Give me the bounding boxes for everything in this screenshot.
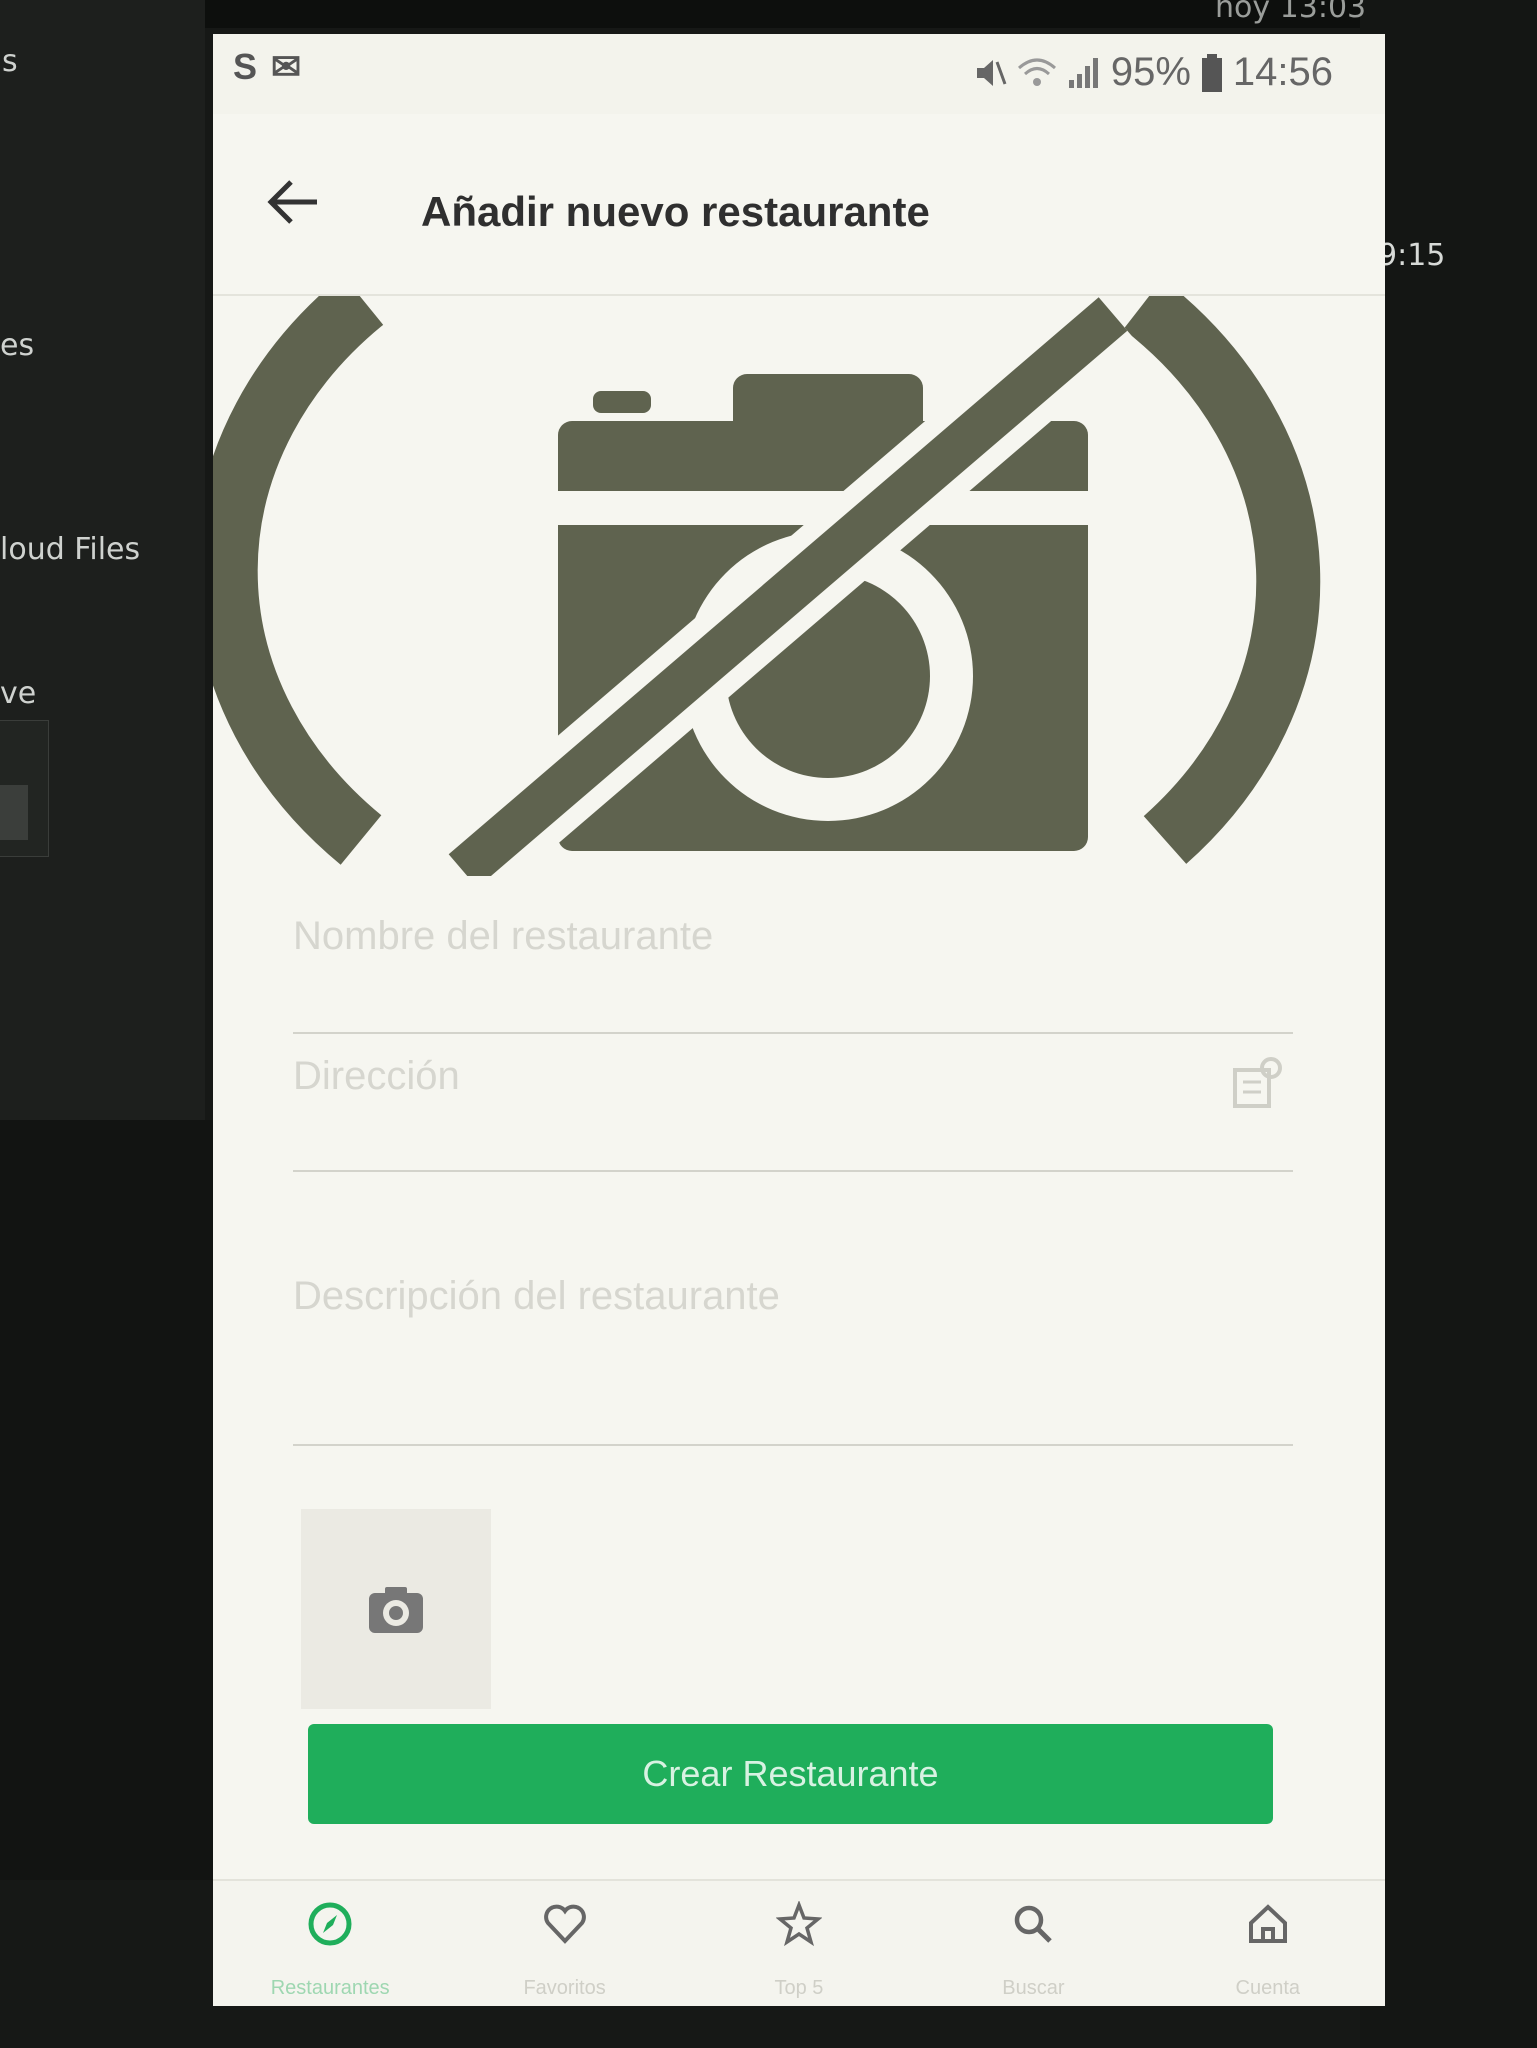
field-underline	[293, 1170, 1293, 1172]
nav-tab-favoritos[interactable]: Favoritos	[465, 1881, 665, 2006]
desktop-panel-swatch	[0, 785, 28, 840]
phone-screen: S ✉ 95% 14:56 Añadir nuevo restaurante N…	[213, 34, 1385, 2006]
nav-label: Buscar	[1002, 1977, 1065, 1999]
add-photo-button[interactable]	[301, 1509, 491, 1709]
desktop-sidebar-item[interactable]: loud Files	[0, 532, 140, 567]
camera-icon	[369, 1587, 423, 1633]
desktop-time-right: 9:15	[1378, 238, 1446, 273]
desktop-sidebar-item[interactable]: es	[0, 328, 34, 363]
nav-label: Top 5	[774, 1977, 824, 1999]
desktop-top-bar	[205, 0, 1360, 28]
field-underline	[293, 1032, 1293, 1034]
nav-tab-top5[interactable]: Top 5	[699, 1881, 899, 2006]
desktop-sidebar-item[interactable]: ve	[0, 676, 36, 711]
nav-label: Cuenta	[1235, 1977, 1301, 1999]
status-indicators: 95% 14:56	[973, 50, 1333, 95]
status-notification-icons: S ✉	[233, 46, 304, 87]
battery-percent: 95%	[1110, 50, 1191, 94]
desktop-sidebar-item[interactable]: s	[2, 44, 18, 79]
signal-icon	[1068, 57, 1098, 88]
status-bar: S ✉ 95% 14:56	[213, 34, 1385, 114]
nav-tab-cuenta[interactable]: Cuenta	[1168, 1881, 1368, 2006]
back-arrow-icon[interactable]	[263, 172, 323, 232]
description-field[interactable]: Descripción del restaurante	[293, 1274, 1293, 1454]
star-icon	[775, 1901, 822, 1947]
description-placeholder: Descripción del restaurante	[293, 1274, 780, 1318]
nav-tab-buscar[interactable]: Buscar	[933, 1881, 1133, 2006]
map-location-icon[interactable]	[1233, 1056, 1283, 1110]
bottom-navigation: Restaurantes Favoritos Top 5 Buscar Cuen…	[213, 1879, 1385, 2006]
wifi-icon	[1017, 58, 1056, 86]
no-photo-camera-icon[interactable]	[213, 296, 1385, 876]
address-placeholder: Dirección	[293, 1054, 460, 1098]
heart-icon	[543, 1904, 586, 1944]
nav-label: Favoritos	[523, 1977, 606, 1999]
restaurant-name-placeholder: Nombre del restaurante	[293, 914, 714, 958]
nav-label: Restaurantes	[270, 1977, 390, 1999]
status-time: 14:56	[1232, 50, 1333, 94]
restaurant-name-field[interactable]: Nombre del restaurante	[293, 914, 1293, 1034]
mute-icon	[976, 59, 1007, 86]
battery-icon	[1201, 53, 1222, 92]
address-field[interactable]: Dirección	[293, 1054, 1293, 1174]
create-restaurant-button[interactable]: Crear Restaurante	[308, 1724, 1273, 1824]
search-icon	[1015, 1905, 1053, 1943]
desktop-right-panel	[1360, 0, 1537, 2048]
nav-tab-restaurantes[interactable]: Restaurantes	[230, 1881, 430, 2006]
desktop-time-top: hoy 13:03	[1215, 0, 1367, 25]
page-title: Añadir nuevo restaurante	[421, 188, 930, 235]
field-underline	[293, 1444, 1293, 1446]
app-bar: Añadir nuevo restaurante	[213, 114, 1385, 296]
home-icon	[1248, 1904, 1287, 1943]
compass-icon	[308, 1902, 352, 1946]
